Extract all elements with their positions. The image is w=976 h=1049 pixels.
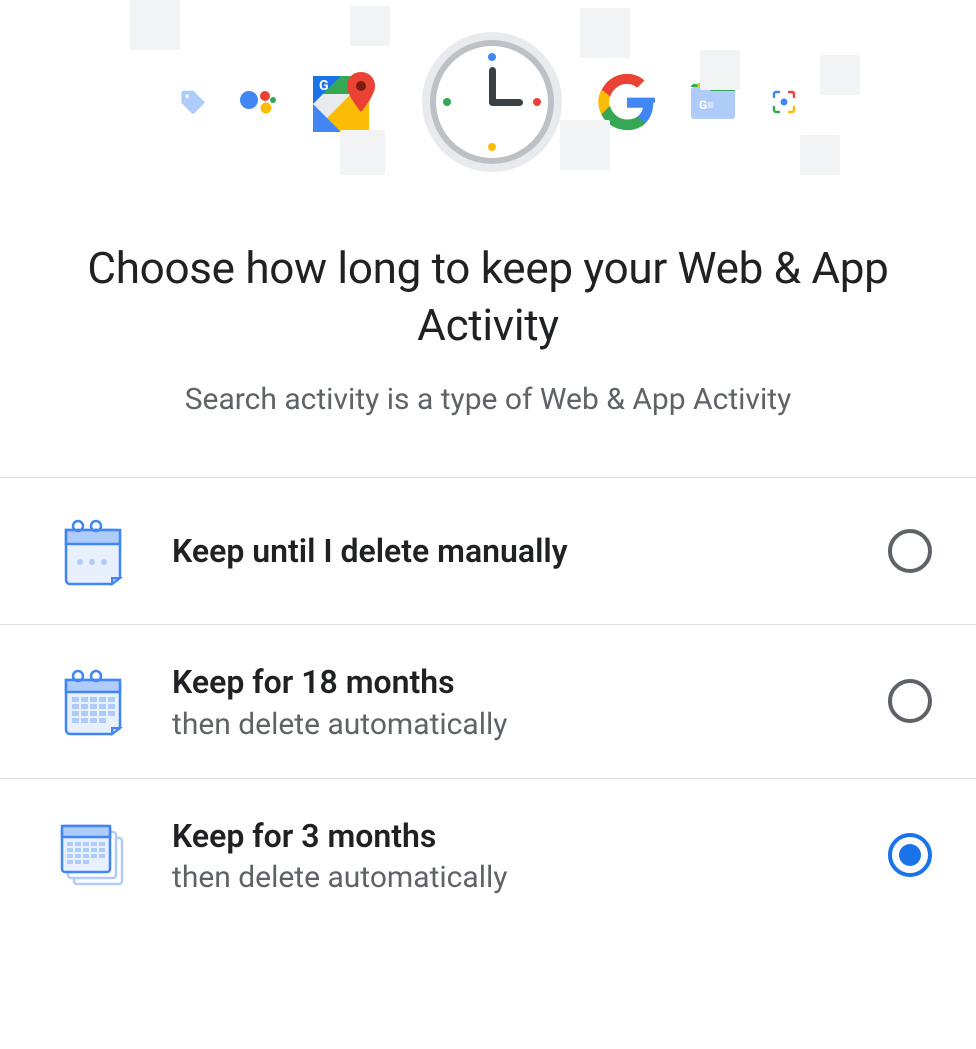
option-title: Keep until I delete manually (172, 530, 846, 573)
calendar-full-icon (56, 664, 130, 738)
option-keep-manual[interactable]: Keep until I delete manually (0, 477, 976, 624)
option-subtitle: then delete automatically (172, 707, 846, 742)
option-title: Keep for 3 months (172, 815, 846, 858)
calendar-stack-icon (56, 818, 130, 892)
option-keep-18-months[interactable]: Keep for 18 months then delete automatic… (0, 624, 976, 777)
radio-unselected[interactable] (888, 529, 932, 573)
tag-icon: G (179, 88, 207, 120)
option-keep-3-months[interactable]: Keep for 3 months then delete automatica… (0, 778, 976, 931)
calendar-dots-icon (56, 514, 130, 588)
radio-unselected[interactable] (888, 679, 932, 723)
clock-icon (417, 27, 567, 181)
option-title: Keep for 18 months (172, 661, 846, 704)
svg-text:G: G (186, 94, 189, 99)
assistant-icon (237, 84, 277, 124)
lens-icon (771, 89, 797, 119)
page-subtitle: Search activity is a type of Web & App A… (40, 382, 936, 417)
page-title: Choose how long to keep your Web & App A… (40, 240, 936, 354)
option-subtitle: then delete automatically (172, 860, 846, 895)
svg-text:G≡: G≡ (699, 98, 714, 112)
radio-selected[interactable] (888, 833, 932, 877)
hero-illustration: G G (0, 0, 976, 180)
retention-options: Keep until I delete manually Keep for 18 (0, 477, 976, 930)
header: Choose how long to keep your Web & App A… (0, 180, 976, 437)
svg-text:G: G (319, 78, 329, 94)
